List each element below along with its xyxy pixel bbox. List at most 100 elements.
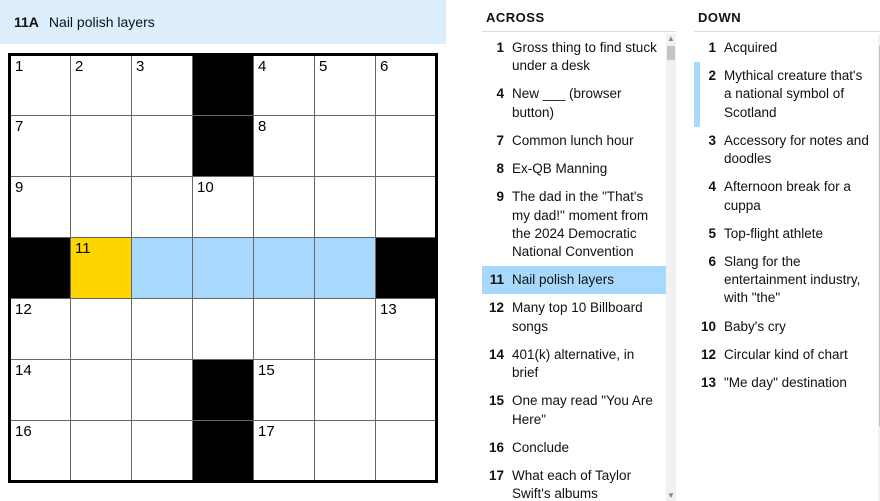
grid-cell[interactable] — [71, 177, 132, 238]
grid-cell[interactable] — [376, 116, 437, 177]
grid-cell[interactable]: 1 — [10, 55, 71, 116]
clue-number: 12 — [488, 299, 512, 335]
grid-cell[interactable]: 7 — [10, 116, 71, 177]
clue-text: The dad in the "That's my dad!" moment f… — [512, 188, 660, 261]
grid-cell[interactable]: 13 — [376, 299, 437, 360]
clue-item[interactable]: 13"Me day" destination — [694, 369, 878, 397]
grid-cell[interactable]: 8 — [254, 116, 315, 177]
clue-text: Ex-QB Manning — [512, 160, 607, 178]
clue-text: Nail polish layers — [512, 271, 614, 289]
clue-item[interactable]: 15One may read "You Are Here" — [482, 387, 666, 433]
cell-number: 17 — [258, 423, 275, 440]
across-scrollbar[interactable]: ▲ ▼ — [666, 34, 676, 501]
grid-cell[interactable]: 4 — [254, 55, 315, 116]
clue-item[interactable]: 16Conclude — [482, 434, 666, 462]
grid-cell[interactable]: 15 — [254, 360, 315, 421]
grid-cell[interactable] — [132, 360, 193, 421]
grid-cell[interactable] — [315, 177, 376, 238]
grid-cell[interactable] — [315, 421, 376, 482]
grid-cell[interactable] — [254, 299, 315, 360]
clue-item[interactable]: 2Mythical creature that's a national sym… — [694, 62, 878, 127]
clue-item[interactable]: 17What each of Taylor Swift's albums rep… — [482, 462, 666, 501]
clue-item[interactable]: 6Slang for the entertainment industry, w… — [694, 248, 878, 313]
scroll-down-icon[interactable]: ▼ — [666, 491, 676, 501]
clue-number: 11 — [488, 271, 512, 289]
grid-cell[interactable]: 12 — [10, 299, 71, 360]
grid-cell[interactable] — [254, 177, 315, 238]
grid-cell[interactable] — [71, 299, 132, 360]
clue-text: What each of Taylor Swift's albums repre… — [512, 467, 660, 501]
clue-text: Gross thing to find stuck under a desk — [512, 39, 660, 75]
clue-number: 17 — [488, 467, 512, 501]
cell-number: 15 — [258, 362, 275, 379]
grid-cell[interactable] — [132, 116, 193, 177]
grid-cell[interactable] — [71, 421, 132, 482]
grid-cell[interactable] — [376, 421, 437, 482]
grid-cell[interactable] — [132, 177, 193, 238]
clue-text: Accessory for notes and doodles — [724, 132, 872, 168]
grid-cell[interactable]: 16 — [10, 421, 71, 482]
grid-cell[interactable] — [315, 360, 376, 421]
clue-text: Afternoon break for a cuppa — [724, 178, 872, 214]
across-heading: ACROSS — [482, 10, 676, 32]
grid-cell[interactable] — [193, 238, 254, 299]
clue-number: 4 — [488, 85, 512, 121]
clue-item[interactable]: 11Nail polish layers — [482, 266, 666, 294]
clue-item[interactable]: 4Afternoon break for a cuppa — [694, 173, 878, 219]
grid-cell[interactable]: 5 — [315, 55, 376, 116]
current-clue-text: Nail polish layers — [49, 14, 155, 30]
clue-item[interactable]: 14401(k) alternative, in brief — [482, 341, 666, 387]
clue-item[interactable]: 1Gross thing to find stuck under a desk — [482, 34, 666, 80]
clue-text: Conclude — [512, 439, 569, 457]
clue-item[interactable]: 1Acquired — [694, 34, 878, 62]
grid-cell[interactable]: 14 — [10, 360, 71, 421]
clue-item[interactable]: 7Common lunch hour — [482, 127, 666, 155]
grid-cell[interactable]: 10 — [193, 177, 254, 238]
grid-cell[interactable]: 11 — [71, 238, 132, 299]
grid-cell[interactable]: 6 — [376, 55, 437, 116]
clue-item[interactable]: 12Circular kind of chart — [694, 341, 878, 369]
clue-item[interactable]: 8Ex-QB Manning — [482, 155, 666, 183]
grid-cell[interactable] — [315, 116, 376, 177]
grid-cell[interactable]: 17 — [254, 421, 315, 482]
cell-number: 2 — [75, 58, 83, 75]
down-list[interactable]: 1Acquired2Mythical creature that's a nat… — [694, 34, 880, 397]
grid-cell[interactable] — [132, 238, 193, 299]
grid-cell[interactable]: 3 — [132, 55, 193, 116]
across-list[interactable]: 1Gross thing to find stuck under a desk4… — [482, 34, 676, 501]
clue-number: 1 — [488, 39, 512, 75]
clue-text: Top-flight athlete — [724, 225, 823, 243]
clue-number: 2 — [700, 67, 724, 122]
grid-cell[interactable] — [132, 421, 193, 482]
clue-item[interactable]: 10Baby's cry — [694, 313, 878, 341]
clue-item[interactable]: 4New ___ (browser button) — [482, 80, 666, 126]
grid-cell[interactable]: 2 — [71, 55, 132, 116]
grid-cell[interactable] — [254, 238, 315, 299]
grid-cell — [193, 421, 254, 482]
scrollbar-thumb[interactable] — [667, 46, 675, 60]
clue-text: 401(k) alternative, in brief — [512, 346, 660, 382]
grid-cell[interactable] — [376, 177, 437, 238]
grid-cell[interactable]: 9 — [10, 177, 71, 238]
clue-item[interactable]: 5Top-flight athlete — [694, 220, 878, 248]
grid-cell[interactable] — [193, 299, 254, 360]
grid-cell — [10, 238, 71, 299]
crossword-grid[interactable]: 1234567891011121314151617 — [8, 53, 438, 483]
grid-cell[interactable] — [71, 360, 132, 421]
grid-cell[interactable] — [315, 238, 376, 299]
across-column: ACROSS 1Gross thing to find stuck under … — [482, 10, 676, 501]
grid-cell[interactable] — [132, 299, 193, 360]
cell-number: 10 — [197, 179, 214, 196]
grid-cell[interactable] — [376, 360, 437, 421]
clue-text: Baby's cry — [724, 318, 786, 336]
cell-number: 5 — [319, 58, 327, 75]
grid-cell[interactable] — [315, 299, 376, 360]
clue-item[interactable]: 3Accessory for notes and doodles — [694, 127, 878, 173]
clue-number: 6 — [700, 253, 724, 308]
scroll-up-icon[interactable]: ▲ — [666, 34, 676, 44]
grid-cell[interactable] — [71, 116, 132, 177]
clue-item[interactable]: 12Many top 10 Billboard songs — [482, 294, 666, 340]
puzzle-panel: 11A Nail polish layers 12345678910111213… — [0, 0, 446, 501]
clue-item[interactable]: 9The dad in the "That's my dad!" moment … — [482, 183, 666, 266]
down-heading: DOWN — [694, 10, 880, 32]
